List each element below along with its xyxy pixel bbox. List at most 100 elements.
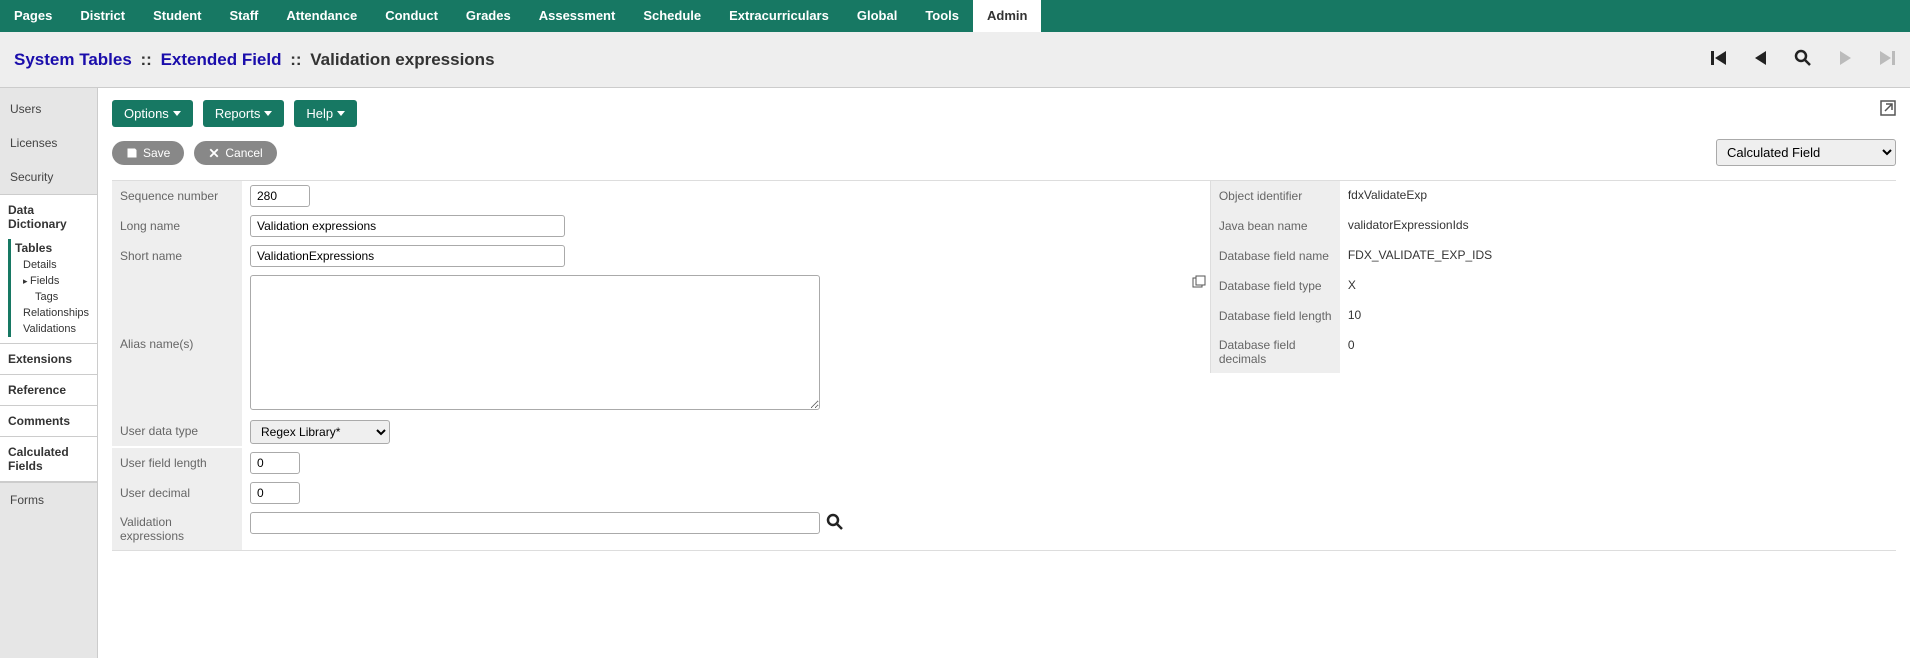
- nav-tab-staff[interactable]: Staff: [216, 0, 273, 32]
- ve-input[interactable]: [250, 512, 820, 534]
- nav-tab-pages[interactable]: Pages: [0, 0, 66, 32]
- form-row-readonly: Database field nameFDX_VALIDATE_EXP_IDS: [1210, 241, 1896, 271]
- form-row-udt: User data type Regex Library*: [112, 416, 1210, 448]
- field-label: Java bean name: [1210, 211, 1340, 241]
- search-record-icon[interactable]: [1794, 49, 1812, 70]
- form-row-ufl: User field length: [112, 448, 1210, 478]
- reports-button[interactable]: Reports: [203, 100, 285, 127]
- field-label: Database field type: [1210, 271, 1340, 301]
- breadcrumb: System Tables :: Extended Field :: Valid…: [14, 50, 495, 70]
- first-record-icon[interactable]: [1710, 49, 1728, 70]
- field-value: 0: [1340, 331, 1896, 359]
- last-record-icon[interactable]: [1878, 49, 1896, 70]
- sidebar-section-calculated-fields[interactable]: Calculated Fields: [0, 437, 97, 482]
- form-row-ud: User decimal: [112, 478, 1210, 508]
- udt-input[interactable]: Regex Library*: [250, 420, 390, 444]
- nav-tab-extracurriculars[interactable]: Extracurriculars: [715, 0, 843, 32]
- ud-input[interactable]: [250, 482, 300, 504]
- seq-input[interactable]: [250, 185, 310, 207]
- breadcrumb-part[interactable]: Extended Field: [161, 50, 282, 69]
- breadcrumb-part: Validation expressions: [310, 50, 494, 69]
- breadcrumb-part[interactable]: System Tables: [14, 50, 132, 69]
- sidebar-subitem-fields[interactable]: Fields: [15, 273, 89, 289]
- sidebar-subitem-relationships[interactable]: Relationships: [15, 305, 89, 321]
- save-icon: [126, 147, 138, 159]
- nav-tab-grades[interactable]: Grades: [452, 0, 525, 32]
- sidebar-section-extensions[interactable]: Extensions: [0, 344, 97, 375]
- save-button[interactable]: Save: [112, 141, 184, 165]
- sidebar-group-data-dictionary: Data Dictionary TablesDetailsFieldsTagsRe…: [0, 194, 97, 344]
- alias-input[interactable]: [250, 275, 820, 410]
- field-label: Long name: [112, 211, 242, 241]
- field-label: Validation expressions: [112, 508, 242, 550]
- view-mode-select[interactable]: Calculated Field: [1716, 139, 1896, 166]
- field-label: Sequence number: [112, 181, 242, 211]
- sidebar-subgroup: TablesDetailsFieldsTagsRelationshipsVali…: [8, 239, 89, 337]
- breadcrumb-bar: System Tables :: Extended Field :: Valid…: [0, 32, 1910, 88]
- form-row-readonly: Database field typeX: [1210, 271, 1896, 301]
- breadcrumb-sep: ::: [286, 50, 307, 69]
- form-row-readonly: Java bean namevalidatorExpressionIds: [1210, 211, 1896, 241]
- sidebar: UsersLicensesSecurity Data Dictionary Tabl…: [0, 88, 98, 658]
- lookup-search-icon[interactable]: [826, 513, 844, 534]
- form-right-col: Object identifierfdxValidateExpJava bean…: [1210, 181, 1896, 550]
- field-value: 10: [1340, 301, 1896, 329]
- prev-record-icon[interactable]: [1752, 49, 1770, 70]
- sidebar-item-security[interactable]: Security: [0, 160, 97, 194]
- main: UsersLicensesSecurity Data Dictionary Tabl…: [0, 88, 1910, 658]
- field-value-wrap: [242, 211, 1210, 241]
- nav-tab-schedule[interactable]: Schedule: [629, 0, 715, 32]
- sidebar-item-licenses[interactable]: Licenses: [0, 126, 97, 160]
- field-value-wrap: [242, 271, 1210, 414]
- field-value: fdxValidateExp: [1340, 181, 1896, 209]
- form-row-readonly: Database field length10: [1210, 301, 1896, 331]
- field-label: User data type: [112, 416, 242, 446]
- nav-tab-district[interactable]: District: [66, 0, 139, 32]
- sidebar-item-users[interactable]: Users: [0, 92, 97, 126]
- field-value: validatorExpressionIds: [1340, 211, 1896, 239]
- sidebar-subitem-validations[interactable]: Validations: [15, 321, 89, 337]
- field-label: Alias name(s): [112, 271, 242, 416]
- field-label: User decimal: [112, 478, 242, 508]
- sidebar-section-reference[interactable]: Reference: [0, 375, 97, 406]
- nav-tab-admin[interactable]: Admin: [973, 0, 1041, 32]
- cancel-button[interactable]: Cancel: [194, 141, 276, 165]
- short-input[interactable]: [250, 245, 565, 267]
- popout-icon[interactable]: [1880, 100, 1896, 119]
- nav-tab-global[interactable]: Global: [843, 0, 911, 32]
- field-value-wrap: [242, 508, 1210, 538]
- sidebar-subsubitem-tags[interactable]: Tags: [15, 289, 89, 305]
- next-record-icon[interactable]: [1836, 49, 1854, 70]
- sidebar-subitem-details[interactable]: Details: [15, 257, 89, 273]
- record-nav-icons: [1710, 49, 1896, 70]
- field-value-wrap: [242, 241, 1210, 271]
- form-row-readonly: Object identifierfdxValidateExp: [1210, 181, 1896, 211]
- form-left-col: Sequence numberLong nameShort nameAlias …: [112, 181, 1210, 550]
- options-button[interactable]: Options: [112, 100, 193, 127]
- sidebar-subtitle[interactable]: Tables: [15, 239, 89, 257]
- field-label: Object identifier: [1210, 181, 1340, 211]
- field-label: User field length: [112, 448, 242, 478]
- ufl-input[interactable]: [250, 452, 300, 474]
- field-label: Database field name: [1210, 241, 1340, 271]
- nav-tab-attendance[interactable]: Attendance: [272, 0, 371, 32]
- nav-tab-conduct[interactable]: Conduct: [371, 0, 452, 32]
- sidebar-section-comments[interactable]: Comments: [0, 406, 97, 437]
- sidebar-group-title[interactable]: Data Dictionary: [8, 201, 89, 233]
- help-button[interactable]: Help: [294, 100, 357, 127]
- field-value-wrap: [242, 478, 1210, 508]
- sidebar-item-forms[interactable]: Forms: [0, 482, 97, 517]
- nav-tab-assessment[interactable]: Assessment: [525, 0, 630, 32]
- long-input[interactable]: [250, 215, 565, 237]
- expand-textarea-icon[interactable]: [1192, 275, 1206, 292]
- close-icon: [208, 147, 220, 159]
- nav-tab-tools[interactable]: Tools: [911, 0, 973, 32]
- form-row-ve: Validation expressions: [112, 508, 1210, 550]
- form-row-seq: Sequence number: [112, 181, 1210, 211]
- field-value-wrap: [242, 181, 1210, 211]
- field-value: X: [1340, 271, 1896, 299]
- nav-tab-student[interactable]: Student: [139, 0, 215, 32]
- form-row-alias: Alias name(s): [112, 271, 1210, 416]
- field-value: FDX_VALIDATE_EXP_IDS: [1340, 241, 1896, 269]
- breadcrumb-sep: ::: [136, 50, 157, 69]
